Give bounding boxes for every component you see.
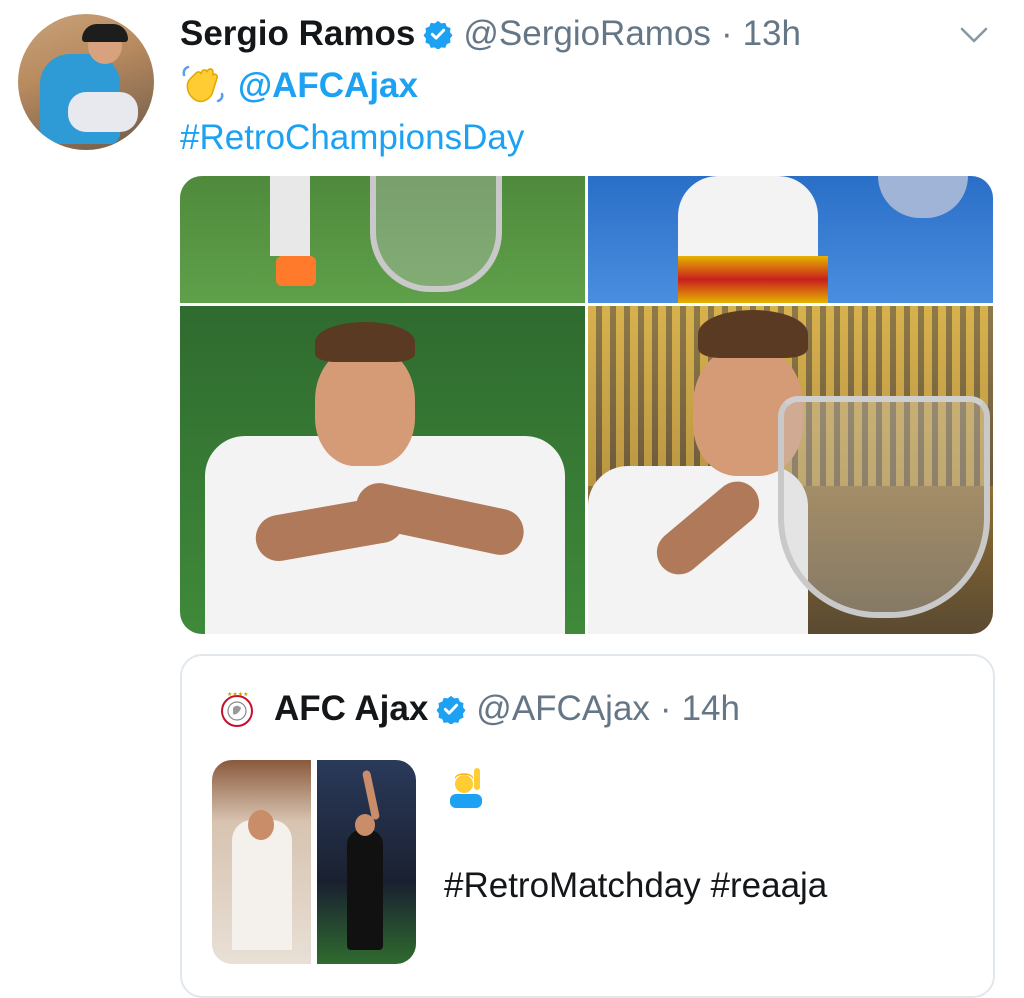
author-avatar[interactable] bbox=[18, 14, 154, 150]
trophy-shape bbox=[778, 396, 990, 618]
waving-hand-icon bbox=[182, 65, 224, 103]
flag-shape bbox=[678, 256, 828, 303]
verified-badge-icon bbox=[423, 20, 453, 49]
separator-dot: · bbox=[659, 689, 672, 728]
tweet-header: Sergio Ramos @SergioRamos · 13h bbox=[180, 12, 801, 56]
quoted-media-photo-1[interactable] bbox=[212, 760, 311, 964]
quoted-tweet-header: ★★★★ AFC Ajax @AFCAjax · 14h bbox=[218, 686, 740, 732]
quoted-tweet[interactable]: ★★★★ AFC Ajax @AFCAjax · 14h #RetroMatch… bbox=[180, 654, 995, 998]
player-hair bbox=[315, 322, 415, 362]
player-leg bbox=[270, 176, 310, 256]
hashtag-link[interactable]: #RetroChampionsDay bbox=[180, 118, 524, 158]
separator-dot: · bbox=[720, 14, 733, 53]
author-handle[interactable]: @SergioRamos bbox=[463, 14, 711, 54]
tweet-timestamp[interactable]: 13h bbox=[743, 14, 801, 54]
media-photo-3[interactable] bbox=[180, 306, 585, 634]
chevron-down-icon[interactable] bbox=[958, 24, 990, 46]
mention-link[interactable]: @AFCAjax bbox=[238, 66, 418, 106]
media-photo-2[interactable] bbox=[588, 176, 993, 303]
quoted-tweet-text: #RetroMatchday #reaaja bbox=[444, 866, 828, 905]
avatar-child bbox=[68, 92, 138, 132]
person-raising-hand-icon bbox=[450, 768, 482, 808]
verified-badge-icon bbox=[436, 695, 466, 724]
quoted-media-grid bbox=[212, 760, 416, 964]
player-face bbox=[315, 346, 415, 466]
media-photo-4[interactable] bbox=[588, 306, 993, 634]
quoted-tweet-timestamp[interactable]: 14h bbox=[682, 689, 740, 729]
author-name[interactable]: Sergio Ramos bbox=[180, 14, 415, 54]
player-boot bbox=[276, 256, 316, 286]
quoted-author-name[interactable]: AFC Ajax bbox=[274, 689, 428, 729]
avatar-cap bbox=[82, 24, 128, 42]
player-hair bbox=[698, 310, 808, 358]
trophy-top bbox=[878, 176, 968, 218]
player-arm bbox=[361, 769, 381, 821]
svg-text:★★★★: ★★★★ bbox=[227, 691, 249, 698]
ajax-logo-icon: ★★★★ bbox=[221, 691, 253, 727]
tweet-mention-line: @AFCAjax bbox=[180, 62, 418, 110]
quoted-media-photo-2[interactable] bbox=[317, 760, 416, 964]
player-face bbox=[248, 810, 274, 840]
media-photo-1[interactable] bbox=[180, 176, 585, 303]
tweet-hashtag-line: #RetroChampionsDay bbox=[180, 114, 524, 162]
quoted-author-handle[interactable]: @AFCAjax bbox=[476, 689, 650, 729]
player-kit bbox=[347, 830, 383, 950]
trophy-shape bbox=[370, 176, 502, 292]
tweet-media-grid bbox=[180, 176, 993, 634]
